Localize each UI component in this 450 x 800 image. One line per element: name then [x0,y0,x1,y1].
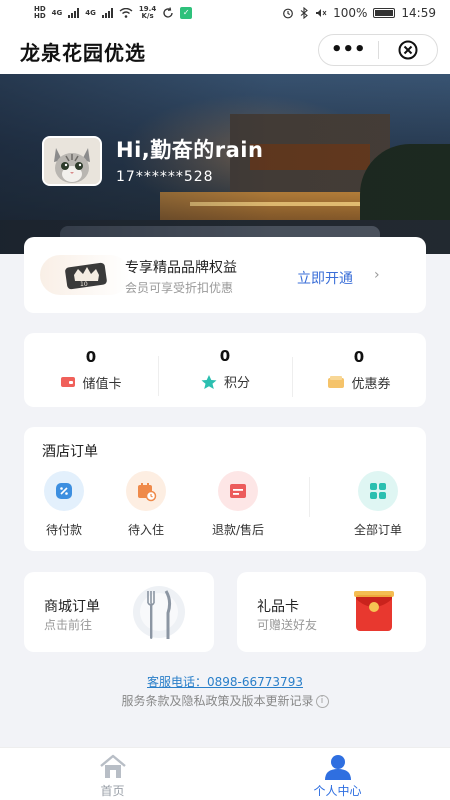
pending-payment-label: 待付款 [45,523,82,537]
network-label-2: 4G [85,8,96,17]
all-orders-icon [358,471,398,511]
star-icon [201,374,217,389]
status-right: 100% 14:59 [282,6,436,20]
all-orders-button[interactable]: 全部订单 [338,471,418,538]
pending-payment-button[interactable]: 待付款 [24,471,104,538]
coupon-stat[interactable]: 0 优惠券 [292,347,426,397]
points-label: 积分 [223,376,250,392]
refresh-icon [163,7,173,18]
more-dots-icon[interactable]: ••• [319,41,378,59]
stored-value-card-icon [61,377,76,388]
user-phone: 17******528 [116,169,214,185]
refund-label: 退款/售后 [211,523,265,537]
stored-value-label: 储值卡 [82,376,122,392]
pending-checkin-icon [126,471,166,511]
refund-icon [218,471,258,511]
bluetooth-icon [300,7,308,19]
terms-text[interactable]: 服务条款及隐私政策及版本更新记录 [121,694,313,708]
battery-icon [373,8,396,18]
customer-service-phone-link[interactable]: 客服电话：0898-66773793 [0,673,450,690]
user-greeting: Hi,勤奋的rain [116,138,264,162]
network-label-1: 4G [51,8,63,17]
stored-value-count: 0 [85,347,97,366]
assets-summary: 0 储值卡 0 积分 0 优惠券 [24,333,426,407]
mall-orders-title: 商城订单 [44,599,100,615]
signal-icon [68,8,80,18]
stored-value-card-stat[interactable]: 0 储值卡 [24,347,158,394]
points-count: 0 [219,347,231,366]
tab-profile[interactable]: 个人中心 [225,748,450,800]
status-left: HD HD 4G 4G 19.4 K/s ✓ [34,6,193,20]
tab-home[interactable]: 首页 [0,748,225,800]
mall-orders-subtitle: 点击前往 [44,618,93,632]
mall-orders-card[interactable]: 商城订单 点击前往 [24,572,214,652]
home-icon [99,754,126,778]
pending-checkin-button[interactable]: 待入住 [106,471,186,538]
membership-badge: 10 [40,255,130,295]
hotel-orders-title: 酒店订单 [42,444,98,460]
crown-card-icon: 10 [65,262,107,290]
wifi-icon [119,8,133,18]
membership-badge-number: 10 [80,281,88,288]
all-orders-label: 全部订单 [353,523,402,537]
hd-indicator: HD HD [34,6,46,20]
app-title: 龙泉花园优选 [20,41,146,65]
points-stat[interactable]: 0 积分 [158,346,292,396]
membership-subtitle: 会员可享受折扣优惠 [125,281,234,295]
bottom-tab-bar: 首页 个人中心 [0,747,450,800]
net-speed: 19.4 K/s [139,6,156,20]
cutlery-icon [133,586,185,639]
info-icon[interactable]: i [315,695,329,708]
battery-percent: 100% [333,6,368,20]
gift-card-title: 礼品卡 [257,599,299,615]
hotel-orders-card: 酒店订单 待付款 待入住 退款/售后 全部订单 [24,427,426,551]
mute-icon [316,9,327,17]
coupon-count: 0 [353,347,365,366]
coupon-label: 优惠券 [351,376,391,392]
avatar[interactable] [42,136,102,186]
pending-payment-icon [44,471,84,511]
alarm-icon [283,8,293,19]
gift-card-subtitle: 可赠送好友 [257,618,318,632]
chevron-right-icon: › [374,267,380,283]
close-circle-icon[interactable] [379,39,438,61]
app-notification-icon: ✓ [180,7,193,19]
net-speed-unit: K/s [141,12,154,20]
pending-checkin-label: 待入住 [127,523,164,537]
coupon-label-row: 优惠券 [327,373,391,392]
signal-icon-2 [101,8,113,18]
refund-button[interactable]: 退款/售后 [198,471,278,538]
membership-card[interactable]: 10 专享精品品牌权益 会员可享受折扣优惠 立即开通 › [24,237,426,313]
points-label-row: 积分 [200,372,250,391]
coupon-icon [328,376,345,389]
miniprogram-capsule: ••• [318,34,438,66]
activate-membership-button[interactable]: 立即开通 [297,268,353,288]
title-bar: 龙泉花园优选 ••• [0,26,450,74]
tab-profile-label: 个人中心 [313,784,362,798]
tab-home-label: 首页 [100,784,125,798]
terms-link-row[interactable]: 服务条款及隐私政策及版本更新记录 i [0,692,450,709]
gift-card-card[interactable]: 礼品卡 可赠送好友 [237,572,426,652]
red-envelope-icon [354,591,394,631]
membership-title: 专享精品品牌权益 [125,260,237,276]
stored-value-label-row: 储值卡 [60,373,122,392]
orders-divider [309,477,310,517]
status-bar: HD HD 4G 4G 19.4 K/s ✓ 100% 14:59 [0,0,450,26]
hd-label-2: HD [34,12,46,20]
user-icon [324,755,351,780]
clock: 14:59 [401,6,436,20]
cat-avatar-image [44,138,100,184]
